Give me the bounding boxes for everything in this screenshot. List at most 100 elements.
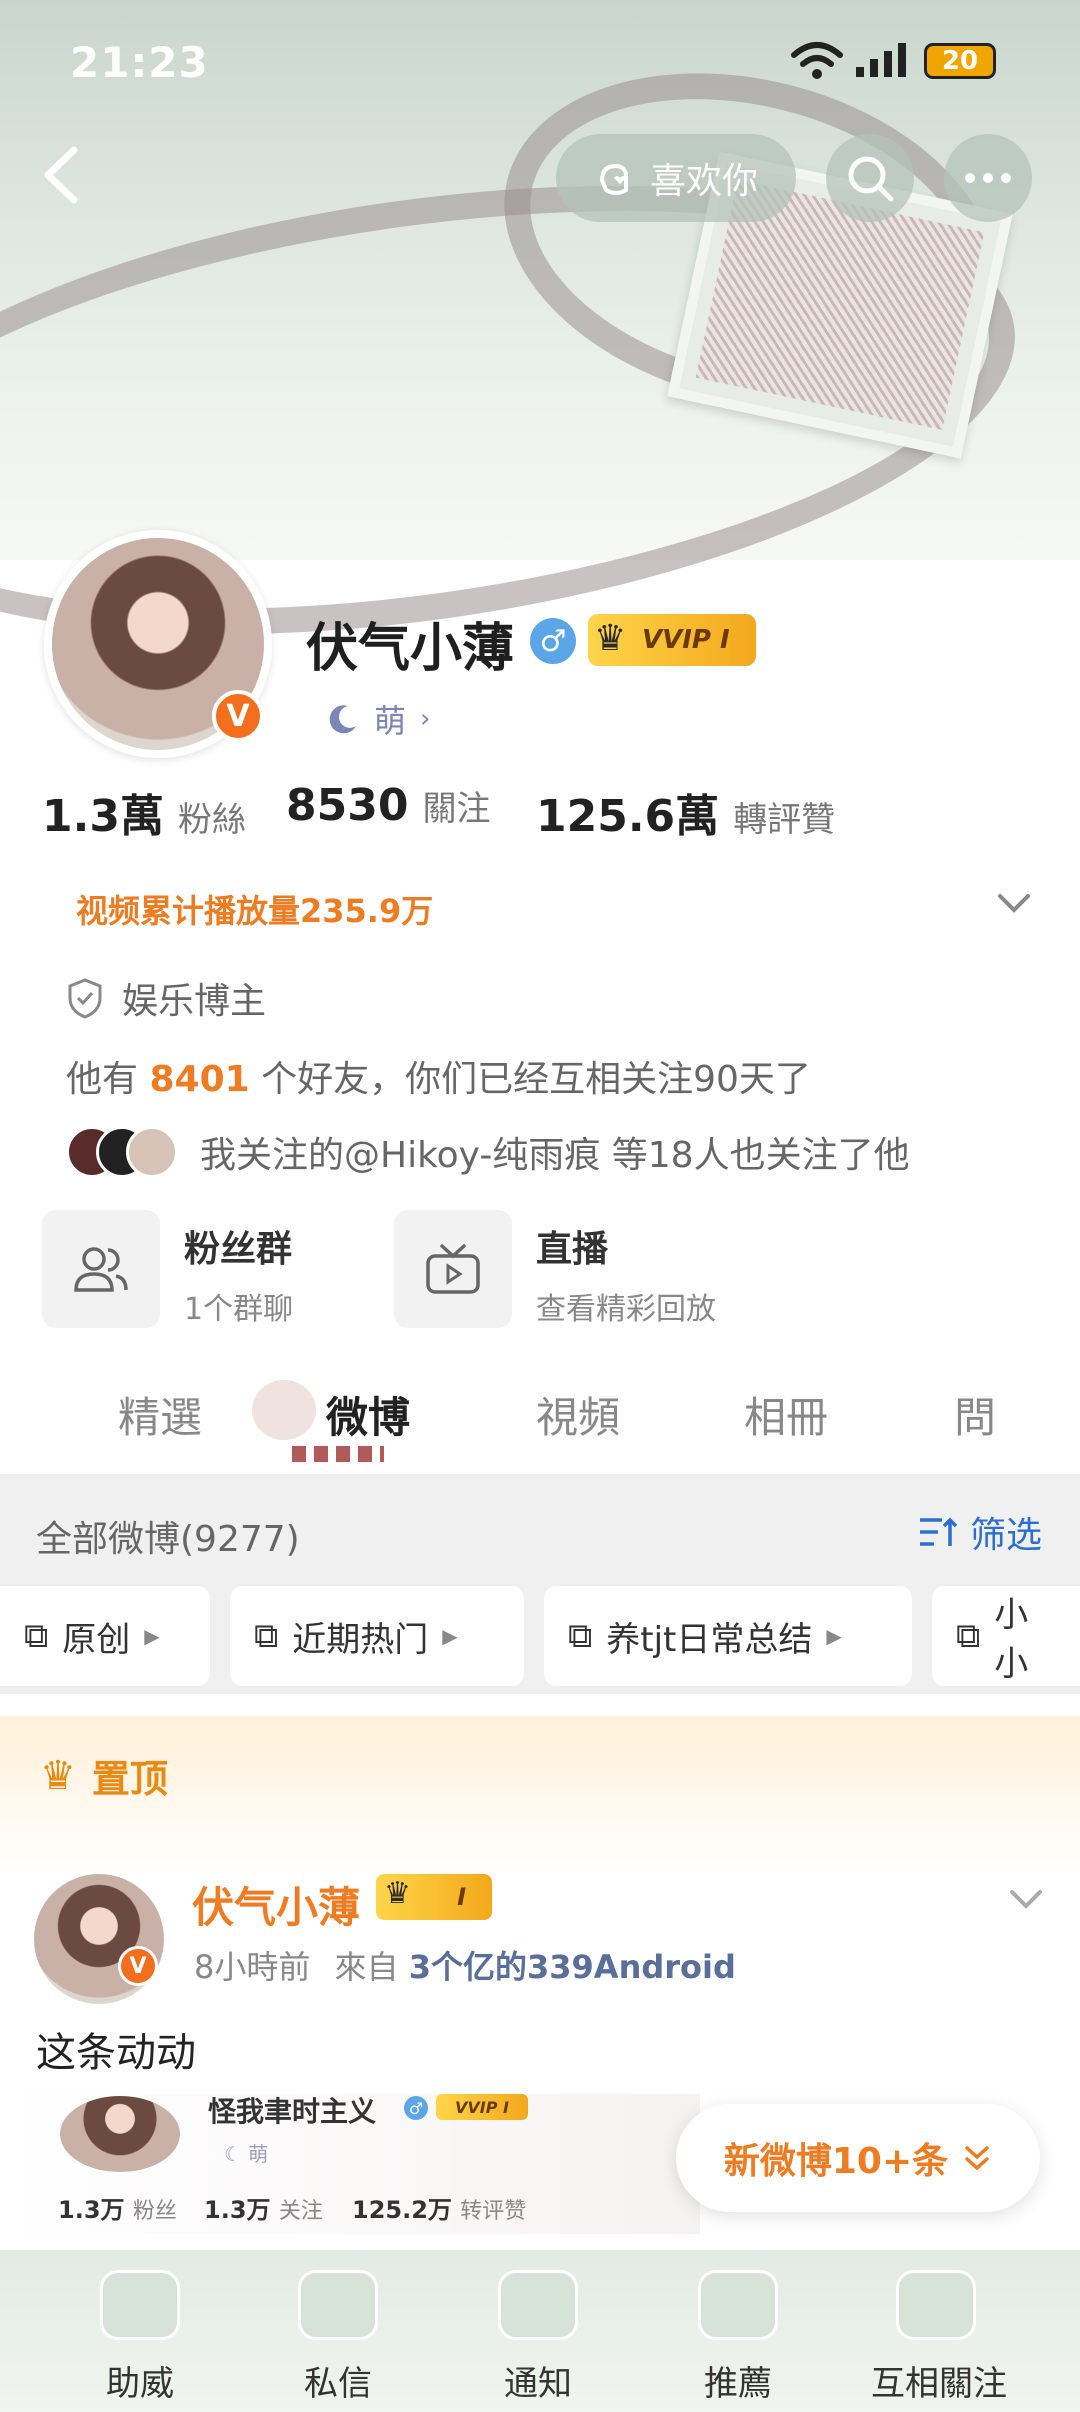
followers-stat[interactable]: 1.3萬 粉絲 — [42, 780, 246, 844]
chevron-down-icon — [998, 894, 1030, 913]
nav-mutual-follow[interactable]: 互相關注 — [864, 2356, 1014, 2405]
embedded-interactions-count: 125.2万 — [352, 2196, 452, 2224]
interactions-label: 轉評贊 — [733, 800, 836, 840]
chip-more[interactable]: ⧉ 小小 — [932, 1586, 1080, 1686]
mood-tag-label: 萌 — [374, 702, 407, 740]
message-icon — [298, 2270, 378, 2340]
tab-questions[interactable]: 問 — [954, 1384, 996, 1445]
embedded-interactions-label: 转评赞 — [460, 2199, 527, 2224]
mutual-avatars — [66, 1126, 178, 1178]
friends-info: 他有 8401 个好友，你们已经互相关注90天了 — [66, 1050, 811, 1102]
male-gender-icon: ♂ — [530, 618, 576, 664]
wifi-icon — [791, 42, 843, 79]
post-text: 这条动动 — [36, 2030, 196, 2076]
like-you-button[interactable]: 喜欢你 — [556, 134, 796, 222]
post-author-name[interactable]: 伏气小薄 — [192, 1874, 360, 1935]
status-time: 21:23 — [70, 38, 209, 87]
pinned-label: 置顶 — [91, 1757, 168, 1801]
embedded-name: 怪我聿时主义 — [208, 2095, 377, 2128]
fan-group-card[interactable]: 粉丝群 1个群聊 — [42, 1210, 372, 1330]
notification-icon — [498, 2270, 578, 2340]
pinned-label-row: ♛ 置顶 — [40, 1748, 168, 1803]
following-label: 關注 — [422, 789, 491, 829]
post-menu-button[interactable] — [1006, 1886, 1046, 1914]
nav-notifications[interactable]: 通知 — [498, 2356, 578, 2405]
embedded-vip-badge: VVIP Ⅰ — [436, 2094, 528, 2120]
embedded-mood-tag: ☾ 萌 — [224, 2138, 268, 2167]
moon-icon: ☾ — [224, 2142, 242, 2166]
friends-count: 8401 — [149, 1059, 250, 1100]
interactions-stat[interactable]: 125.6萬 轉評贊 — [536, 780, 835, 844]
embedded-followers: 1.3万 粉丝 — [58, 2190, 177, 2225]
mutual-follow-text: 我关注的@Hikoy-纯雨痕 等18人也关注了他 — [200, 1135, 910, 1176]
layers-icon: ⧉ — [568, 1616, 593, 1656]
mutual-follow-icon — [896, 2270, 976, 2340]
like-you-label: 喜欢你 — [649, 161, 758, 202]
all-weibo-count: 全部微博(9277) — [36, 1519, 300, 1560]
double-chevron-down-icon — [965, 2146, 989, 2171]
layers-icon: ⧉ — [254, 1616, 279, 1656]
followers-count: 1.3萬 — [42, 791, 164, 842]
filter-icon — [920, 1517, 958, 1546]
profile-tabs: 精選 微博 視頻 相冊 問 — [0, 1366, 1080, 1476]
interactions-count: 125.6萬 — [536, 791, 720, 842]
vvip-label: VVIP Ⅰ — [642, 625, 730, 655]
moon-icon — [329, 705, 356, 734]
vvip-badge[interactable]: ♛ VVIP Ⅰ — [588, 614, 756, 666]
back-button[interactable] — [34, 140, 90, 210]
chip-recent-hot[interactable]: ⧉ 近期热门 ▶ — [230, 1586, 524, 1686]
layers-icon: ⧉ — [24, 1616, 49, 1656]
chip-daily-summary[interactable]: ⧉ 养tjt日常总结 ▶ — [544, 1586, 912, 1686]
crown-icon: ♛ — [594, 618, 627, 659]
chip-label: 养tjt日常总结 — [606, 1619, 813, 1660]
nav-recommend[interactable]: 推薦 — [698, 2356, 778, 2405]
category-row[interactable]: 娱乐博主 — [66, 972, 266, 1024]
embedded-followers-label: 粉丝 — [132, 2199, 177, 2224]
live-card[interactable]: 直播 查看精彩回放 — [394, 1210, 774, 1330]
verified-badge: V — [212, 690, 264, 742]
caret-right-icon: ▶ — [442, 1624, 458, 1648]
mutual-follow-row[interactable]: 我关注的@Hikoy-纯雨痕 等18人也关注了他 — [66, 1126, 910, 1178]
crown-icon: ♛ — [40, 1752, 76, 1799]
filter-label: 筛选 — [970, 1515, 1043, 1556]
fan-group-title: 粉丝群 — [184, 1229, 293, 1270]
nav-messages[interactable]: 私信 — [298, 2356, 378, 2405]
embedded-followers-count: 1.3万 — [58, 2196, 125, 2224]
chevron-left-icon — [44, 146, 78, 204]
post-source[interactable]: 3个亿的339Android — [409, 1948, 736, 1986]
crown-icon: ♛ — [384, 1876, 411, 1911]
tab-videos[interactable]: 視頻 — [536, 1384, 620, 1445]
embedded-tag-label: 萌 — [248, 2142, 269, 2166]
tab-weibo[interactable]: 微博 — [326, 1384, 410, 1445]
more-options-button[interactable] — [944, 134, 1032, 222]
chevron-down-icon — [1010, 1890, 1042, 1909]
chip-original[interactable]: ⧉ 原创 ▶ — [0, 1586, 210, 1686]
male-gender-icon: ♂ — [404, 2096, 428, 2120]
tv-icon — [426, 1244, 480, 1294]
embedded-following: 1.3万 关注 — [204, 2190, 323, 2225]
cheer-icon — [100, 2270, 180, 2340]
bow-decoration-icon — [252, 1380, 316, 1440]
filter-button[interactable]: 筛选 — [918, 1506, 1042, 1558]
tab-albums[interactable]: 相冊 — [744, 1384, 828, 1445]
verified-badge: V — [118, 1946, 158, 1986]
nav-cheer[interactable]: 助威 — [100, 2356, 180, 2405]
search-icon — [848, 156, 894, 202]
more-dot — [983, 173, 993, 183]
new-posts-button[interactable]: 新微博10+条 — [676, 2104, 1040, 2212]
tab-featured[interactable]: 精選 — [118, 1384, 202, 1445]
shield-icon — [68, 978, 102, 1019]
layers-icon: ⧉ — [956, 1616, 981, 1656]
friends-prefix: 他有 — [66, 1059, 139, 1100]
avatar — [126, 1126, 178, 1178]
following-stat[interactable]: 8530 關注 — [286, 780, 490, 831]
expand-profile-button[interactable] — [994, 888, 1034, 918]
embedded-interactions: 125.2万 转评赞 — [352, 2190, 526, 2225]
search-button[interactable] — [826, 134, 914, 222]
group-icon-box — [42, 1210, 160, 1328]
hand-heart-icon — [599, 163, 628, 195]
video-play-count: 视频累计播放量235.9万 — [76, 892, 434, 930]
recommend-icon — [698, 2270, 778, 2340]
mood-tag[interactable]: 萌 › — [326, 690, 430, 748]
chevron-right-icon: › — [420, 704, 431, 734]
